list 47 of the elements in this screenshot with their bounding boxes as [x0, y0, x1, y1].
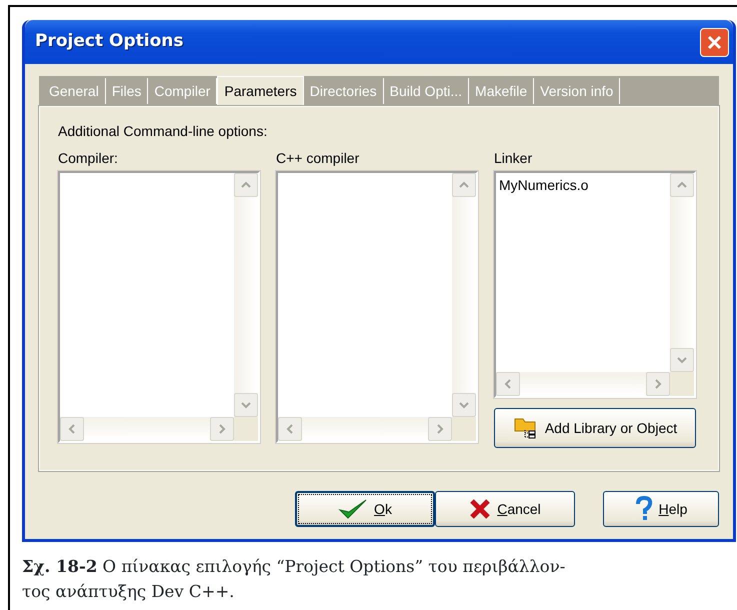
scroll-up-button[interactable]: [670, 173, 694, 197]
tab[interactable]: Makefile: [469, 78, 534, 104]
horizontal-scrollbar[interactable]: [60, 417, 234, 441]
horizontal-scrollbar[interactable]: [278, 417, 452, 441]
tab[interactable]: Files: [106, 78, 148, 104]
field-label: Linker: [494, 149, 534, 168]
text-line: MyNumerics.o: [499, 176, 590, 195]
figure-caption: Σχ. 18-2 Ο πίνακας επιλογής “Project Options” του περιβάλλον- τος ανάπτυξης Dev C++.: [22, 556, 566, 603]
tab[interactable]: Directories: [304, 78, 384, 104]
scroll-right-button[interactable]: [428, 417, 452, 441]
scroll-up-button[interactable]: [234, 173, 258, 197]
text-area[interactable]: [276, 171, 478, 443]
horizontal-scrollbar[interactable]: [496, 372, 670, 396]
cross-icon: [469, 498, 492, 520]
scroll-up-button[interactable]: [452, 173, 476, 197]
scrollbar-corner: [234, 417, 258, 441]
close-icon: [706, 34, 723, 50]
scroll-right-button[interactable]: [646, 372, 670, 396]
question-icon: [634, 496, 653, 522]
scrollbar-corner: [670, 372, 694, 396]
scroll-right-button[interactable]: [210, 417, 234, 441]
scroll-down-button[interactable]: [234, 393, 258, 417]
tab[interactable]: Parameters: [217, 76, 304, 106]
tab[interactable]: General: [43, 78, 106, 104]
close-button[interactable]: [700, 28, 729, 56]
vertical-scrollbar[interactable]: [670, 173, 694, 372]
scroll-down-button[interactable]: [452, 393, 476, 417]
tab[interactable]: Build Opti...: [384, 78, 470, 104]
scroll-left-button[interactable]: [278, 417, 302, 441]
vertical-scrollbar[interactable]: [234, 173, 258, 417]
help-button[interactable]: Help: [603, 491, 719, 527]
scroll-down-button[interactable]: [670, 348, 694, 372]
scroll-left-button[interactable]: [60, 417, 84, 441]
scroll-left-button[interactable]: [496, 372, 520, 396]
field-label: Compiler:: [58, 149, 119, 168]
tab[interactable]: Version info: [534, 78, 620, 104]
text-area[interactable]: MyNumerics.o: [494, 171, 696, 398]
text-area[interactable]: [58, 171, 260, 443]
section-label: Additional Command-line options:: [58, 122, 268, 141]
vertical-scrollbar[interactable]: [452, 173, 476, 417]
ok-button[interactable]: Ok: [295, 491, 435, 527]
checkmark-icon: [338, 497, 368, 521]
scrollbar-corner: [452, 417, 476, 441]
cancel-button[interactable]: Cancel: [435, 491, 575, 527]
add-library-button[interactable]: Add Library or Object: [494, 408, 696, 448]
window-title: Project Options: [35, 30, 184, 54]
field-label: C++ compiler: [276, 149, 360, 168]
